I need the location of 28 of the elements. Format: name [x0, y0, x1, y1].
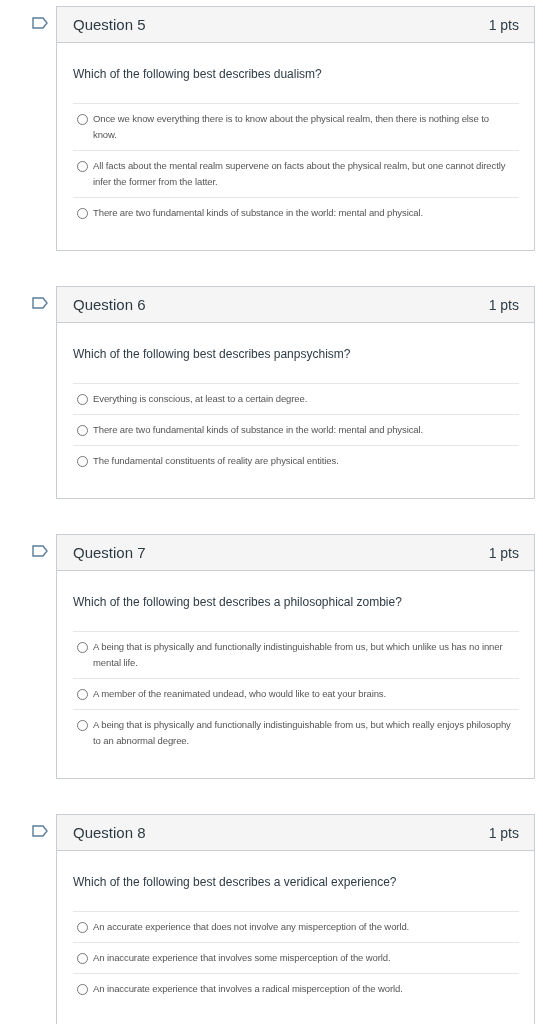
flag-icon[interactable]: [32, 545, 48, 557]
question-title: Question 6: [73, 296, 146, 313]
question-text: Which of the following best describes panpsychism?: [73, 347, 352, 361]
answer-option[interactable]: An inaccurate experience that involves some misperception of the world.: [93, 950, 391, 966]
question-title: Question 7: [73, 544, 146, 561]
points-label: 1 pts: [488, 296, 519, 313]
question-title: Question 5: [73, 16, 146, 33]
question-text: Which of the following best describes dualism?: [73, 67, 323, 81]
flag-icon[interactable]: [32, 17, 48, 29]
points-label: 1 pts: [488, 824, 519, 841]
question-title: Question 8: [73, 824, 146, 841]
points-label: 1 pts: [488, 544, 519, 561]
answer-option[interactable]: There are two fundamental kinds of substance in the world: mental and physical.: [93, 205, 424, 221]
answer-option[interactable]: An accurate experience that does not involve any misperception of the world.: [93, 919, 410, 935]
answer-option[interactable]: The fundamental constituents of reality are physical entities.: [93, 453, 339, 469]
answer-option[interactable]: All facts about the mental realm supervene on facts about the physical realm, but one cannot directly infer the former from the latter.: [93, 158, 515, 190]
answer-option[interactable]: Once we know everything there is to know about the physical realm, then there is nothing else to know.: [93, 111, 515, 143]
question-text: Which of the following best describes a philosophical zombie?: [73, 595, 403, 609]
answer-option[interactable]: A being that is physically and functionally indistinguishable from us, but which unlike us has no inner mental life.: [93, 639, 515, 671]
answer-option[interactable]: An inaccurate experience that involves a radical misperception of the world.: [93, 981, 403, 997]
answer-option[interactable]: A being that is physically and functionally indistinguishable from us, but which really enjoys philosophy to an abnormal degree.: [93, 717, 515, 749]
flag-icon[interactable]: [32, 825, 48, 837]
answer-option[interactable]: Everything is conscious, at least to a certain degree.: [93, 391, 308, 407]
answer-option[interactable]: There are two fundamental kinds of substance in the world: mental and physical.: [93, 422, 424, 438]
flag-icon[interactable]: [32, 297, 48, 309]
points-label: 1 pts: [488, 16, 519, 33]
answer-option[interactable]: A member of the reanimated undead, who would like to eat your brains.: [93, 686, 387, 702]
question-text: Which of the following best describes a veridical experience?: [73, 875, 398, 889]
